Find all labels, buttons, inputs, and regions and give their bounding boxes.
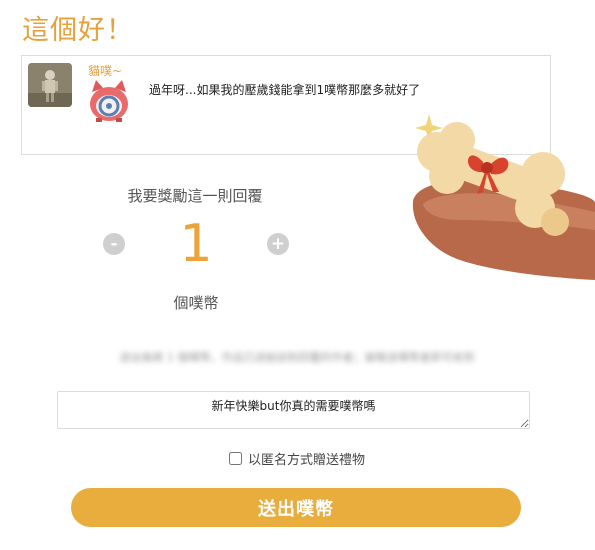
blurred-note: 送出後將 1 個噗幣，作品已送給該則回覆的作者；被贈送噗幣者即可收到 <box>119 351 475 364</box>
page-title: 這個好！ <box>22 15 134 46</box>
increase-button[interactable]: + <box>267 233 289 255</box>
reward-amount: 1 <box>179 214 213 274</box>
anonymous-option[interactable]: 以匿名方式贈送禮物 <box>229 449 365 468</box>
anonymous-label: 以匿名方式贈送禮物 <box>248 453 366 468</box>
reply-username[interactable]: 貓噗~ <box>88 62 122 79</box>
decrease-button[interactable]: - <box>103 233 125 255</box>
reward-label: 我要獎勵這一則回覆 <box>127 187 263 205</box>
reward-unit: 個噗幣 <box>173 294 219 312</box>
avatar[interactable] <box>28 63 72 107</box>
emoticon-cat-icon <box>86 78 132 124</box>
reply-text: 過年呀...如果我的壓歲錢能拿到1噗幣那麼多就好了 <box>149 83 421 97</box>
bone-bow-sticker-icon <box>405 112 595 282</box>
message-input[interactable]: 新年快樂but你真的需要噗幣嗎 <box>57 391 530 429</box>
send-button[interactable]: 送出噗幣 <box>71 488 521 527</box>
anonymous-checkbox[interactable] <box>229 452 242 465</box>
